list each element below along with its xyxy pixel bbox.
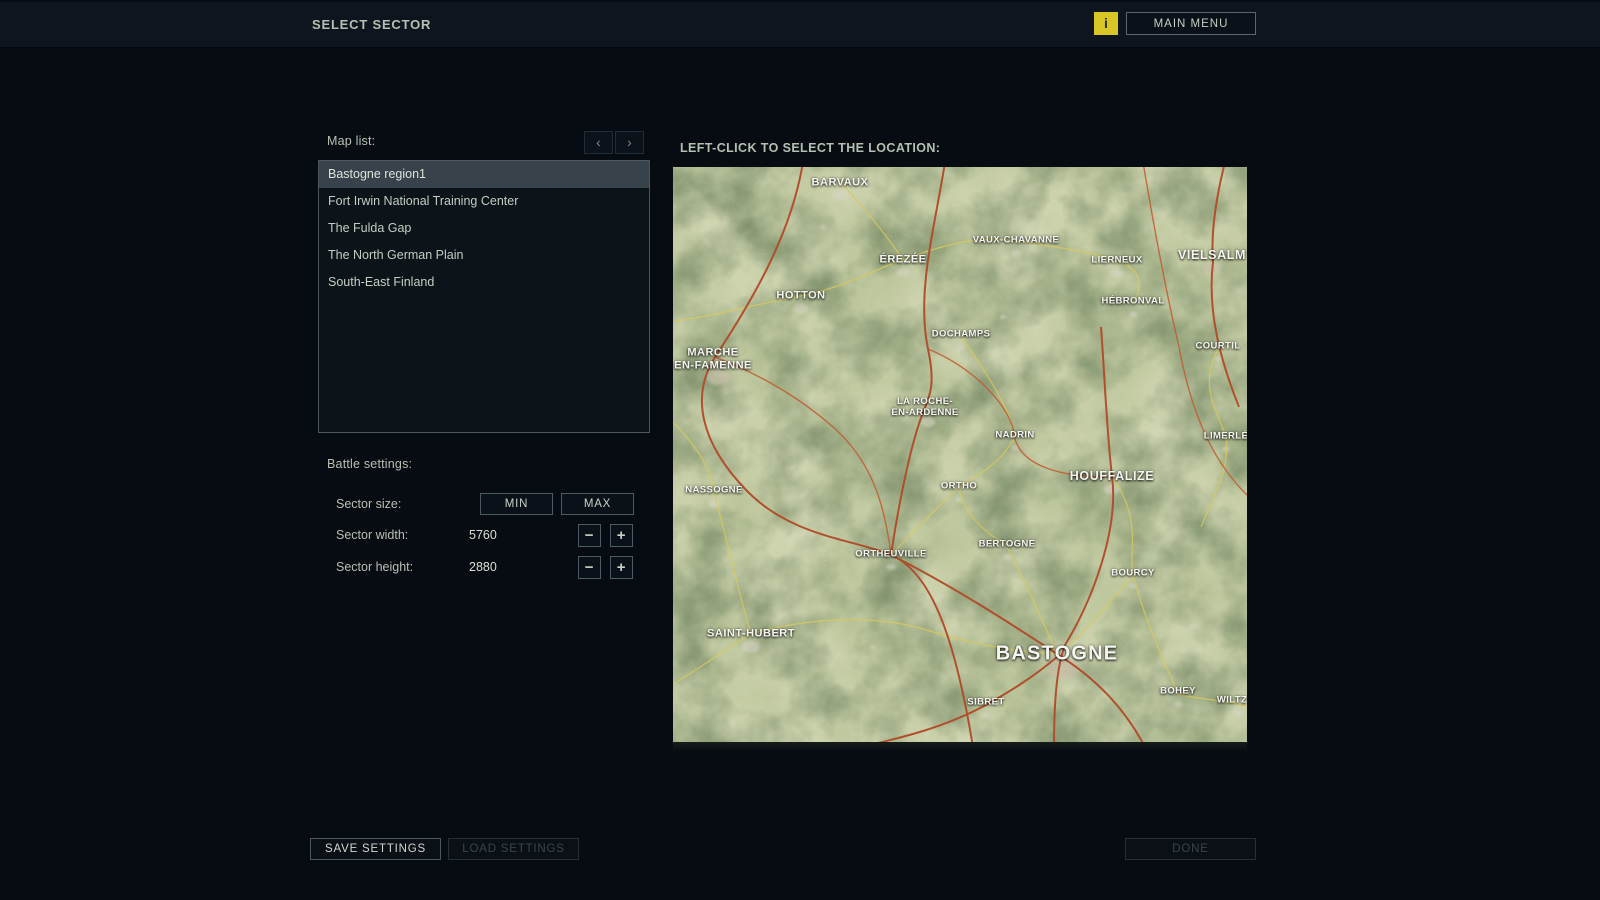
sector-height-decrement-button[interactable]: − bbox=[578, 556, 601, 579]
sector-size-min-button[interactable]: MIN bbox=[480, 493, 553, 515]
battle-settings-label: Battle settings: bbox=[327, 457, 412, 471]
save-settings-button[interactable]: SAVE SETTINGS bbox=[310, 838, 441, 860]
info-icon[interactable]: i bbox=[1094, 12, 1118, 35]
sector-width-decrement-button[interactable]: − bbox=[578, 524, 601, 547]
main-menu-button[interactable]: MAIN MENU bbox=[1126, 12, 1256, 35]
map-list-next-button[interactable]: › bbox=[615, 131, 644, 154]
map-instruction: LEFT-CLICK TO SELECT THE LOCATION: bbox=[680, 141, 940, 155]
page-title: SELECT SECTOR bbox=[312, 2, 431, 47]
map-list-item[interactable]: The North German Plain bbox=[319, 242, 649, 269]
load-settings-button[interactable]: LOAD SETTINGS bbox=[448, 838, 579, 860]
sector-height-increment-button[interactable]: + bbox=[610, 556, 633, 579]
map-list-item[interactable]: The Fulda Gap bbox=[319, 215, 649, 242]
map-list-item[interactable]: Bastogne region1 bbox=[319, 161, 649, 188]
sector-size-label: Sector size: bbox=[336, 497, 401, 511]
map-list-label: Map list: bbox=[327, 134, 375, 148]
map-list-prev-button[interactable]: ‹ bbox=[584, 131, 613, 154]
sector-select-screen: SELECT SECTOR i MAIN MENU Map list: ‹ › … bbox=[0, 0, 1600, 900]
done-button[interactable]: DONE bbox=[1125, 838, 1256, 860]
map-list-item[interactable]: South-East Finland bbox=[319, 269, 649, 296]
terrain-graphic bbox=[673, 167, 1247, 742]
top-bar: SELECT SECTOR i MAIN MENU bbox=[0, 2, 1600, 48]
sector-height-label: Sector height: bbox=[336, 560, 413, 574]
sector-width-label: Sector width: bbox=[336, 528, 408, 542]
sector-map[interactable]: BARVAUXVAUX-CHAVANNEVIELSALMÉREZÉELIERNE… bbox=[673, 167, 1247, 742]
sector-size-max-button[interactable]: MAX bbox=[561, 493, 634, 515]
sector-width-increment-button[interactable]: + bbox=[610, 524, 633, 547]
sector-height-value: 2880 bbox=[469, 560, 497, 574]
sector-width-value: 5760 bbox=[469, 528, 497, 542]
map-list-item[interactable]: Fort Irwin National Training Center bbox=[319, 188, 649, 215]
map-shadow bbox=[673, 742, 1247, 752]
map-list: Bastogne region1Fort Irwin National Trai… bbox=[318, 160, 650, 433]
